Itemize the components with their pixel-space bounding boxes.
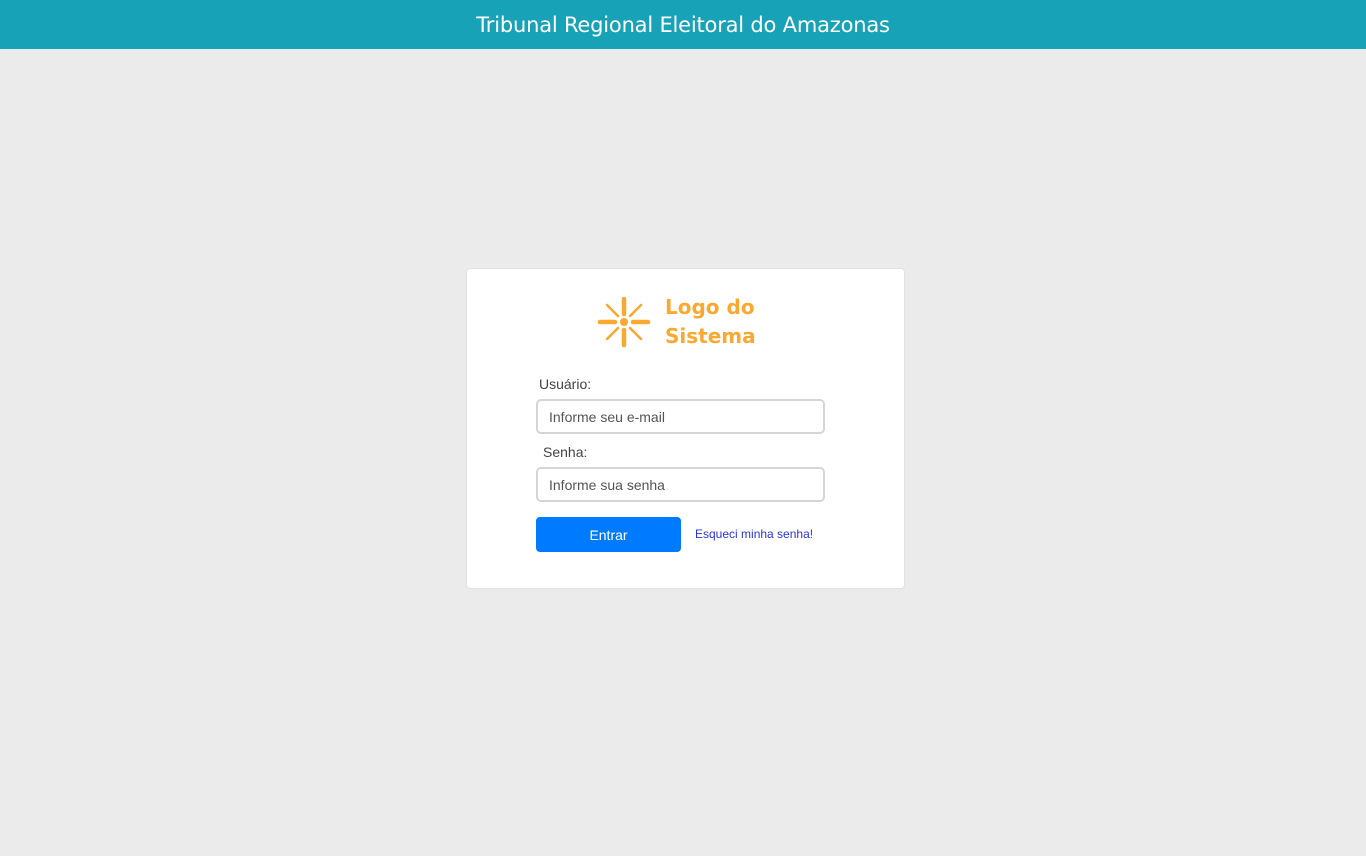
username-label: Usuário: [539, 376, 592, 392]
forgot-password-link[interactable]: Esqueci minha senha! [695, 527, 813, 541]
logo-text-line-1: Logo do [665, 295, 755, 319]
system-logo: Logo do Sistema [597, 293, 756, 351]
password-input[interactable] [536, 467, 825, 502]
logo-text: Logo do Sistema [665, 293, 756, 351]
username-input[interactable] [536, 399, 825, 434]
page-title: Tribunal Regional Eleitoral do Amazonas [476, 12, 890, 37]
password-label: Senha: [543, 444, 588, 460]
sunburst-logo-icon [597, 296, 651, 348]
top-header-bar: Tribunal Regional Eleitoral do Amazonas [0, 0, 1366, 49]
login-card: Logo do Sistema Usuário: Senha: Entrar E… [466, 268, 905, 589]
logo-text-line-2: Sistema [665, 324, 756, 348]
login-button[interactable]: Entrar [536, 517, 681, 552]
